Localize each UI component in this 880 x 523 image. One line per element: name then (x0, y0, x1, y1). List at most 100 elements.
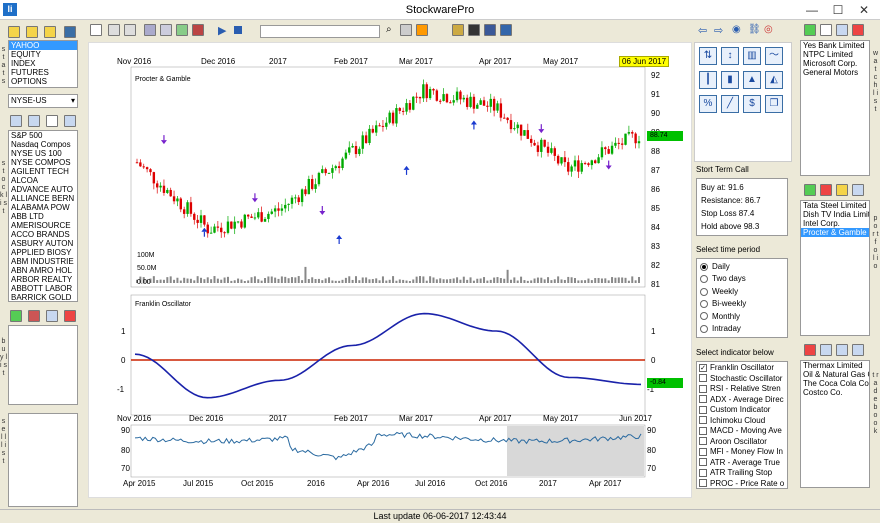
calculator-icon[interactable] (160, 24, 172, 36)
edit-icon[interactable] (10, 115, 22, 127)
period-daily[interactable]: Daily (700, 261, 784, 273)
list-item[interactable]: ABM INDUSTRIE (9, 257, 77, 266)
arrow-left-icon[interactable]: ⇦ (698, 24, 707, 37)
indicator-item[interactable]: ✓ Franklin Oscillator (699, 363, 785, 374)
list-item[interactable]: ALABAMA POW (9, 203, 77, 212)
period-weekly[interactable]: Weekly (700, 286, 784, 298)
add-icon[interactable] (804, 184, 816, 196)
play-icon[interactable]: ▶ (218, 24, 226, 37)
list-item[interactable]: AMERISOURCE (9, 221, 77, 230)
indicator-item[interactable]: ATR Trailing Stop (699, 468, 785, 479)
list-item[interactable]: Costco Co. (801, 388, 869, 397)
minimize-button[interactable]: — (800, 2, 824, 18)
table-icon[interactable] (852, 344, 864, 356)
stock-list[interactable]: S&P 500 Nasdaq Compos NYSE US 100 NYSE C… (8, 130, 78, 302)
close-icon[interactable] (820, 184, 832, 196)
list-item[interactable]: Nasdaq Compos (9, 140, 77, 149)
copy-icon[interactable] (820, 344, 832, 356)
chart-icon[interactable] (176, 24, 188, 36)
watch-list[interactable]: Yes Bank Limited NTPC Limited Microsoft … (800, 40, 870, 176)
list-item[interactable]: BARRICK GOLD (9, 293, 77, 301)
line-chart-icon[interactable]: 〜 (765, 47, 783, 65)
globe-icon[interactable]: ◉ (732, 24, 741, 35)
trendline-icon[interactable]: ╱ (721, 95, 739, 113)
radio-icon[interactable] (700, 287, 708, 296)
indicator-list[interactable]: ✓ Franklin Oscillator Stochastic Oscillat… (696, 361, 788, 489)
dollar-icon[interactable]: $ (743, 95, 761, 113)
checkbox-icon[interactable] (699, 395, 707, 404)
new-icon[interactable] (90, 24, 102, 36)
mountain-icon[interactable]: ◭ (765, 71, 783, 89)
checkbox-icon[interactable] (699, 479, 707, 488)
checkbox-icon[interactable] (699, 468, 707, 477)
chevron-down-icon[interactable]: ▾ (71, 95, 75, 107)
home-icon[interactable] (452, 24, 464, 36)
calendar-icon[interactable] (468, 24, 480, 36)
portfolio-list[interactable]: Tata Steel Limited Dish TV India Limited… (800, 200, 870, 336)
list-item[interactable]: NTPC Limited (801, 50, 869, 59)
stop-icon[interactable] (234, 26, 242, 34)
delete-icon[interactable] (64, 310, 76, 322)
exchange-list[interactable]: YAHOO EQUITY INDEX FUTURES OPTIONS (8, 40, 78, 88)
document-icon[interactable] (820, 24, 832, 36)
checkbox-icon[interactable] (699, 384, 707, 393)
edit-icon[interactable] (836, 24, 848, 36)
refresh-icon[interactable] (400, 24, 412, 36)
bars-icon[interactable]: ▥ (743, 47, 761, 65)
fit-icon[interactable]: ⇅ (699, 47, 717, 65)
indicator-item[interactable]: Custom Indicator (699, 405, 785, 416)
remove-icon[interactable] (28, 310, 40, 322)
document-icon[interactable] (836, 344, 848, 356)
list-item[interactable]: Oil & Natural Gas Cor (801, 370, 869, 379)
list-item[interactable]: Procter & Gamble (801, 228, 869, 237)
checkbox-icon[interactable] (699, 426, 707, 435)
help-icon[interactable] (500, 24, 512, 36)
indicator-item[interactable]: ADX - Average Direc (699, 395, 785, 406)
checkbox-icon[interactable] (699, 458, 707, 467)
checkbox-icon[interactable] (699, 405, 707, 414)
delete-icon[interactable] (804, 344, 816, 356)
folder-open-icon[interactable] (26, 26, 38, 38)
add-icon[interactable] (10, 310, 22, 322)
facebook-icon[interactable] (484, 24, 496, 36)
table-icon[interactable] (852, 184, 864, 196)
arrow-right-icon[interactable]: ⇨ (714, 24, 723, 37)
radio-icon[interactable] (700, 300, 708, 309)
list-item[interactable]: AGILENT TECH (9, 167, 77, 176)
list-item[interactable]: FUTURES (9, 68, 77, 77)
edit-icon[interactable] (46, 310, 58, 322)
document-icon[interactable] (46, 115, 58, 127)
checkbox-icon[interactable] (699, 416, 707, 425)
list-item[interactable]: ABBOTT LABOR (9, 284, 77, 293)
list-item[interactable]: ARBOR REALTY (9, 275, 77, 284)
rss-icon[interactable] (416, 24, 428, 36)
list-item[interactable]: The Coca Cola Comp (801, 379, 869, 388)
radio-icon[interactable] (700, 312, 708, 321)
radio-icon[interactable] (700, 275, 708, 284)
flag-icon[interactable] (192, 24, 204, 36)
indicator-item[interactable]: MFI - Money Flow In (699, 447, 785, 458)
edit-icon[interactable] (836, 184, 848, 196)
period-two-days[interactable]: Two days (700, 273, 784, 285)
period-monthly[interactable]: Monthly (700, 311, 784, 323)
buy-list[interactable] (8, 325, 78, 405)
trade-book-list[interactable]: Thermax Limited Oil & Natural Gas Cor Th… (800, 360, 870, 488)
close-button[interactable]: ✕ (852, 2, 876, 18)
list-item[interactable]: APPLIED BIOSY (9, 248, 77, 257)
percent-icon[interactable]: % (699, 95, 717, 113)
ohlc-icon[interactable]: ┃ (699, 71, 717, 89)
period-intraday[interactable]: Intraday (700, 323, 784, 335)
search-icon[interactable]: ⌕ (386, 24, 392, 35)
print-preview-icon[interactable] (108, 24, 120, 36)
list-item[interactable]: ABN AMRO HOL (9, 266, 77, 275)
list-item[interactable]: INDEX (9, 59, 77, 68)
list-item[interactable]: ADVANCE AUTO (9, 185, 77, 194)
checkbox-icon[interactable] (699, 447, 707, 456)
period-bi-weekly[interactable]: Bi-weekly (700, 298, 784, 310)
list-item[interactable]: ALLIANCE BERN (9, 194, 77, 203)
list-item[interactable]: Intel Corp. (801, 219, 869, 228)
copy-icon[interactable] (28, 115, 40, 127)
folder-icon[interactable] (8, 26, 20, 38)
list-item[interactable]: Tata Steel Limited (801, 201, 869, 210)
radio-icon[interactable] (700, 262, 708, 271)
